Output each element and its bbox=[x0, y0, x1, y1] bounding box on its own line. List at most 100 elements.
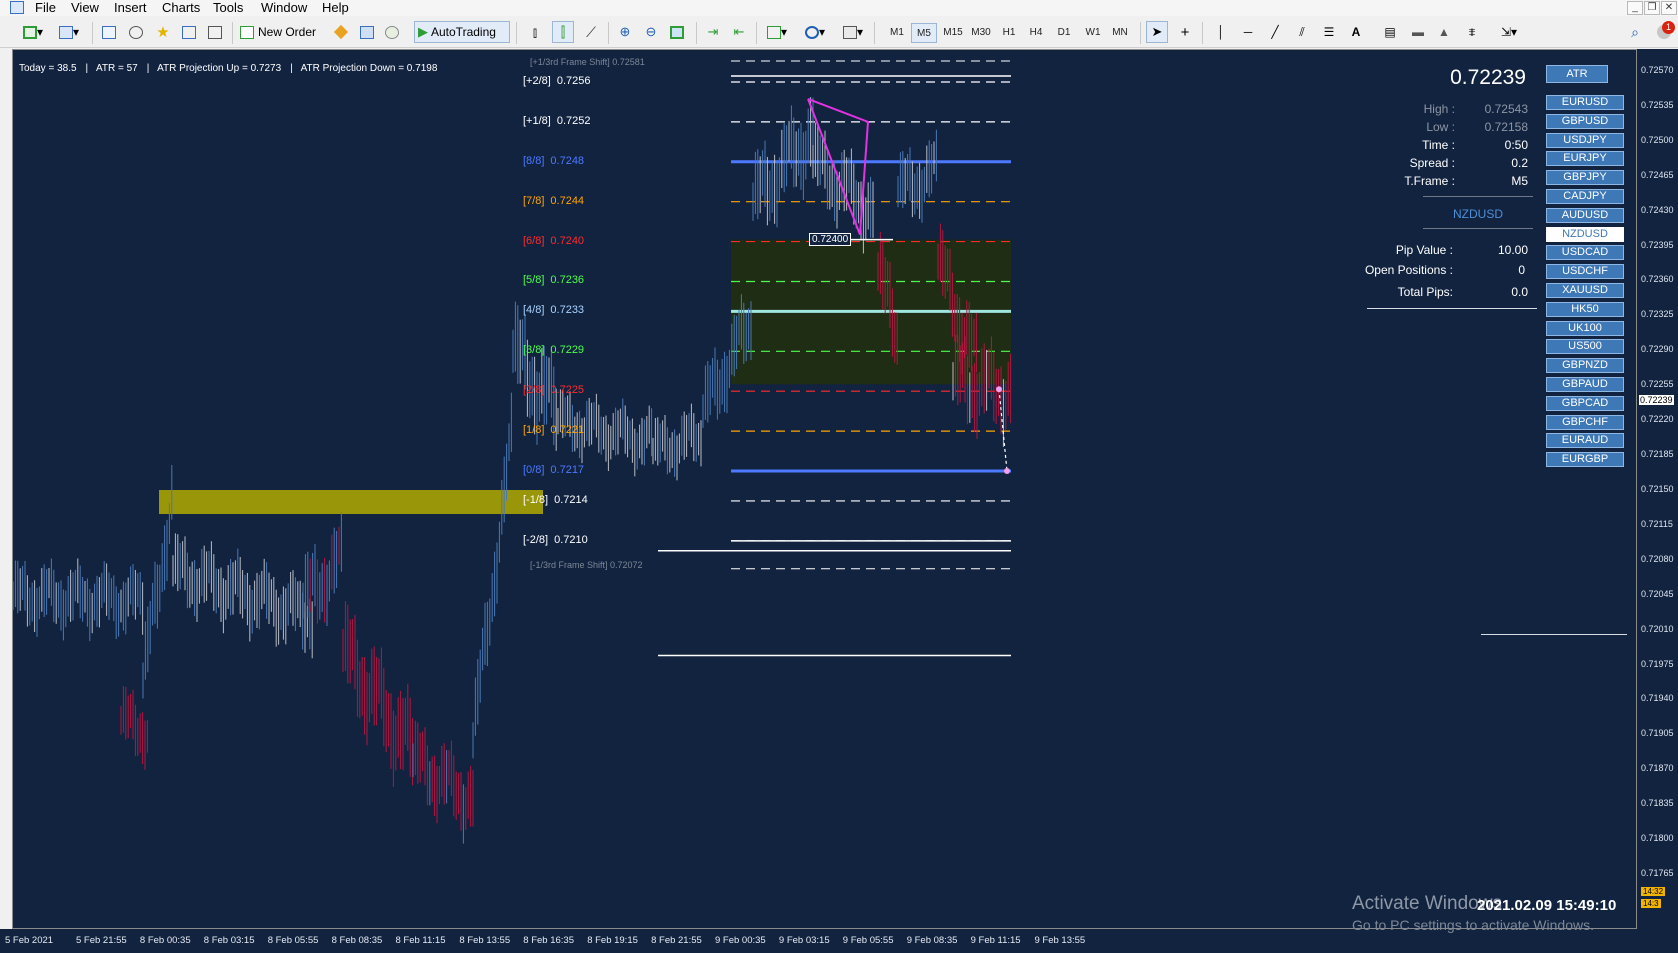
murrey-level-tag: [5/8] bbox=[523, 274, 545, 287]
zoom-in-button[interactable]: ⊕ bbox=[614, 21, 636, 43]
y-tick-label: 0.72570 bbox=[1641, 65, 1674, 75]
menu-charts[interactable]: Charts bbox=[162, 0, 200, 16]
price-marker-label: 0.72400 bbox=[809, 232, 852, 246]
symbol-button-nzdusd[interactable]: NZDUSD bbox=[1546, 226, 1624, 242]
indicators-button[interactable]: ▾ bbox=[762, 21, 792, 43]
symbol-button-eurgbp[interactable]: EURGBP bbox=[1546, 452, 1624, 468]
tile-windows-button[interactable] bbox=[666, 21, 688, 43]
symbol-button-gbpjpy[interactable]: GBPJPY bbox=[1546, 170, 1624, 186]
menu-file[interactable]: File bbox=[35, 0, 56, 16]
tf-h1[interactable]: H1 bbox=[996, 23, 1022, 43]
tf-d1[interactable]: D1 bbox=[1051, 23, 1077, 43]
spread-label: Spread : bbox=[1409, 156, 1455, 170]
price-axis: 0.72570 0.72535 0.72500 0.72465 0.72430 0.723… bbox=[1637, 49, 1678, 929]
fibonacci-button[interactable]: ☰ bbox=[1318, 21, 1340, 43]
tf-m30[interactable]: M30 bbox=[966, 23, 996, 43]
symbol-button-cadjpy[interactable]: CADJPY bbox=[1546, 189, 1624, 204]
high-label: High : bbox=[1423, 102, 1455, 116]
bar-chart-button[interactable]: ⫾ bbox=[524, 21, 546, 43]
measure-start-icon bbox=[996, 386, 1002, 393]
price-chart[interactable]: Today = 38.5 | ATR = 57 | ATR Projection U… bbox=[12, 49, 1637, 929]
symbol-button-audusd[interactable]: AUDUSD bbox=[1546, 207, 1624, 223]
autotrading-button[interactable]: ▶ AutoTrading bbox=[414, 21, 510, 43]
tester-button[interactable] bbox=[204, 21, 226, 43]
menu-insert[interactable]: Insert bbox=[114, 0, 147, 16]
symbol-button-gbpaud[interactable]: GBPAUD bbox=[1546, 377, 1624, 392]
text-tool-button[interactable]: A bbox=[1345, 21, 1367, 43]
line-chart-button[interactable]: ⟋ bbox=[580, 21, 602, 43]
candlestick-button[interactable]: ⫿ bbox=[552, 21, 574, 43]
text-label-button[interactable]: ▤ bbox=[1379, 21, 1401, 43]
favorites-button[interactable]: ★ bbox=[152, 21, 174, 43]
triangle-button[interactable]: ▲ bbox=[1433, 21, 1455, 43]
zoom-out-button[interactable]: ⊖ bbox=[640, 21, 662, 43]
autoscroll-button[interactable]: ⇥ bbox=[702, 21, 724, 43]
market-watch-button[interactable] bbox=[98, 21, 120, 43]
arrows-button[interactable]: ⇲ ▾ bbox=[1494, 21, 1524, 43]
murrey-level-value: 0.7244 bbox=[550, 194, 585, 207]
symbol-button-xauusd[interactable]: XAUUSD bbox=[1546, 283, 1624, 298]
symbol-button-hk50[interactable]: HK50 bbox=[1546, 301, 1624, 317]
frame-shift-down: [-1/3rd Frame Shift] 0.72072 bbox=[530, 560, 643, 570]
x-tick-label: 8 Feb 11:15 bbox=[395, 935, 446, 946]
notifications-button[interactable]: 1 bbox=[1653, 21, 1675, 43]
menu-tools[interactable]: Tools bbox=[213, 0, 243, 16]
chart-shift-button[interactable]: ⇤ bbox=[728, 21, 750, 43]
atr-button[interactable]: ATR bbox=[1546, 65, 1608, 83]
symbol-button-usdjpy[interactable]: USDJPY bbox=[1546, 132, 1624, 148]
murrey-level-label: [8/8] 0.7248 bbox=[523, 155, 584, 167]
periods-button[interactable]: ▾ bbox=[800, 21, 830, 43]
market-button[interactable] bbox=[381, 21, 403, 43]
symbol-button-gbpnzd[interactable]: GBPNZD bbox=[1546, 358, 1624, 374]
symbol-button-gbpchf[interactable]: GBPCHF bbox=[1546, 414, 1624, 430]
horizontal-line-button[interactable]: ─ bbox=[1237, 21, 1259, 43]
new-chart-button[interactable]: ▾ bbox=[18, 21, 48, 43]
terminal-button[interactable] bbox=[178, 21, 200, 43]
lower-right-line bbox=[1481, 634, 1627, 635]
restore-icon[interactable]: ❐ bbox=[1644, 1, 1660, 15]
symbol-button-us500[interactable]: US500 bbox=[1546, 339, 1624, 355]
pitchfork-button[interactable]: ⩨ bbox=[1461, 21, 1483, 43]
symbol-button-gbpusd[interactable]: GBPUSD bbox=[1546, 113, 1624, 129]
trendline-button[interactable]: ╱ bbox=[1264, 21, 1286, 43]
tf-mn[interactable]: MN bbox=[1107, 23, 1133, 43]
tf-w1[interactable]: W1 bbox=[1080, 23, 1106, 43]
crosshair-button[interactable]: + bbox=[1174, 21, 1196, 43]
murrey-level-label: [+1/8] 0.7252 bbox=[523, 115, 590, 127]
signals-button[interactable] bbox=[356, 21, 378, 43]
murrey-level-value: 0.7214 bbox=[554, 493, 588, 506]
close-icon[interactable]: ✕ bbox=[1661, 1, 1677, 15]
symbol-button-eurjpy[interactable]: EURJPY bbox=[1546, 151, 1624, 167]
tf-m15[interactable]: M15 bbox=[938, 23, 968, 43]
profiles-button[interactable]: ▾ bbox=[54, 21, 84, 43]
tf-h4[interactable]: H4 bbox=[1023, 23, 1049, 43]
cursor-button[interactable]: ➤ bbox=[1146, 21, 1168, 43]
time-tag: 14:3 bbox=[1641, 899, 1661, 908]
tf-m1[interactable]: M1 bbox=[884, 23, 910, 43]
y-tick-label: 0.72395 bbox=[1641, 239, 1674, 250]
channel-button[interactable]: ⫽ bbox=[1291, 21, 1313, 43]
menu-view[interactable]: View bbox=[71, 0, 99, 16]
metaeditor-button[interactable] bbox=[330, 21, 352, 43]
measure-end-icon bbox=[1004, 468, 1010, 475]
templates-button[interactable]: ▾ bbox=[838, 21, 868, 43]
symbol-button-usdcad[interactable]: USDCAD bbox=[1546, 245, 1624, 261]
y-tick-label: 0.72185 bbox=[1641, 449, 1674, 460]
vertical-line-button[interactable]: │ bbox=[1210, 21, 1232, 43]
murrey-level-value: 0.7236 bbox=[550, 274, 585, 287]
minimize-icon[interactable]: _ bbox=[1627, 1, 1643, 15]
tf-m5[interactable]: M5 bbox=[911, 23, 937, 43]
symbol-button-gbpcad[interactable]: GBPCAD bbox=[1546, 395, 1624, 411]
y-tick-label: 0.72325 bbox=[1641, 309, 1674, 320]
symbol-button-eurusd[interactable]: EURUSD bbox=[1546, 95, 1624, 110]
symbol-button-usdchf[interactable]: USDCHF bbox=[1546, 264, 1624, 280]
search-button[interactable]: ⌕ bbox=[1625, 21, 1645, 43]
new-order-button[interactable]: New Order bbox=[240, 21, 325, 43]
symbol-button-uk100[interactable]: UK100 bbox=[1546, 320, 1624, 336]
rectangle-button[interactable]: ▬ bbox=[1407, 21, 1429, 43]
y-tick-label: 0.72080 bbox=[1641, 553, 1674, 564]
menu-window[interactable]: Window bbox=[261, 0, 307, 16]
navigator-button[interactable] bbox=[125, 21, 147, 43]
symbol-button-euraud[interactable]: EURAUD bbox=[1546, 433, 1624, 449]
menu-help[interactable]: Help bbox=[322, 0, 349, 16]
